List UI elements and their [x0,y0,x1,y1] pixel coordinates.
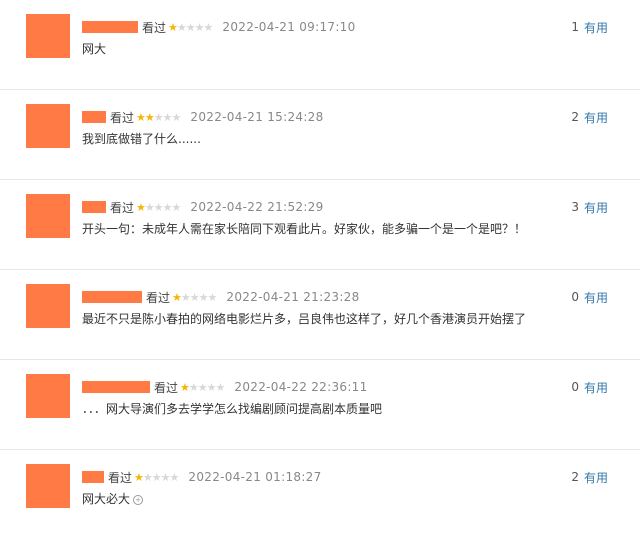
useful-button[interactable]: 有用 [584,379,608,396]
watched-label: 看过 [142,20,167,35]
star-icon: ★ [180,380,190,394]
avatar[interactable] [26,374,70,418]
username-redacted[interactable] [82,381,150,393]
useful-count: 0 [571,380,579,394]
review-meta: 看过 ★ ★ ★ ★ ★ 2022-04-22 22:36:11 [82,378,368,396]
star-icon: ★ [153,200,164,214]
username-redacted[interactable] [82,291,142,303]
review-meta: 看过 ★ ★ ★ ★ ★ 2022-04-21 01:18:27 [82,468,322,486]
rating-stars: ★ ★ ★ ★ ★ [168,20,214,34]
star-icon: ★ [144,110,155,124]
star-icon: ★ [169,470,180,484]
star-icon: ★ [144,200,155,214]
star-icon: ★ [171,110,182,124]
useful-button[interactable]: 有用 [584,109,608,126]
star-icon: ★ [194,20,205,34]
review-item: 看过 ★ ★ ★ ★ ★ 2022-04-22 22:36:11 0 有用 ．．．网大导… [0,360,640,450]
review-comment: 网大必大 + [82,490,144,507]
avatar[interactable] [26,104,70,148]
review-item: 看过 ★ ★ ★ ★ ★ 2022-04-21 09:17:10 1 有用 网大 [0,0,640,90]
star-icon: ★ [176,20,187,34]
useful-vote: 2 有用 [571,108,608,126]
review-comment: 网大 [82,42,107,56]
useful-vote: 0 有用 [571,378,608,396]
star-icon: ★ [206,380,217,394]
useful-vote: 3 有用 [571,198,608,216]
star-icon: ★ [162,200,173,214]
star-icon: ★ [171,200,182,214]
star-icon: ★ [134,470,144,484]
review-item: 看过 ★ ★ ★ ★ ★ 2022-04-21 01:18:27 2 有用 网大必大 + [0,450,640,540]
review-meta: 看过 ★ ★ ★ ★ ★ 2022-04-21 09:17:10 [82,18,356,36]
rating-stars: ★ ★ ★ ★ ★ [172,290,218,304]
useful-button[interactable]: 有用 [584,19,608,36]
useful-vote: 0 有用 [571,288,608,306]
rating-stars: ★ ★ ★ ★ ★ [136,200,182,214]
star-icon: ★ [151,470,162,484]
review-comment-text: 网大必大 [82,492,131,506]
useful-vote: 1 有用 [571,18,608,36]
review-meta: 看过 ★ ★ ★ ★ ★ 2022-04-21 21:23:28 [82,288,360,306]
star-icon: ★ [172,290,182,304]
review-time: 2022-04-21 09:17:10 [222,20,356,34]
review-meta: 看过 ★ ★ ★ ★ ★ 2022-04-22 21:52:29 [82,198,324,216]
watched-label: 看过 [146,290,171,305]
review-time: 2022-04-21 21:23:28 [226,290,360,304]
star-icon: ★ [207,290,218,304]
star-icon: ★ [189,290,200,304]
watched-label: 看过 [154,380,179,395]
review-item: 看过 ★ ★ ★ ★ ★ 2022-04-21 21:23:28 0 有用 最近不只是陈… [0,270,640,360]
star-icon: ★ [136,200,146,214]
review-time: 2022-04-22 21:52:29 [190,200,324,214]
useful-count: 3 [571,200,579,214]
review-item: 看过 ★ ★ ★ ★ ★ 2022-04-22 21:52:29 3 有用 开头一句：未… [0,180,640,270]
username-redacted[interactable] [82,111,106,123]
username-redacted[interactable] [82,201,106,213]
review-comment: 最近不只是陈小春拍的网络电影烂片多，吕良伟也这样了，好几个香港演员开始摆了 [82,312,527,326]
star-icon: ★ [160,470,171,484]
useful-button[interactable]: 有用 [584,199,608,216]
useful-count: 2 [571,470,579,484]
watched-label: 看过 [110,110,135,125]
star-icon: ★ [215,380,226,394]
username-redacted[interactable] [82,471,104,483]
useful-vote: 2 有用 [571,468,608,486]
review-comment: ．．．网大导演们多去学学怎么找编剧顾问提高剧本质量吧 [82,402,383,416]
watched-label: 看过 [108,470,133,485]
review-meta: 看过 ★ ★ ★ ★ ★ 2022-04-21 15:24:28 [82,108,324,126]
useful-count: 1 [571,20,579,34]
star-icon: ★ [142,470,153,484]
star-icon: ★ [203,20,214,34]
avatar[interactable] [26,194,70,238]
star-icon: ★ [188,380,199,394]
review-time: 2022-04-22 22:36:11 [234,380,368,394]
rating-stars: ★ ★ ★ ★ ★ [136,110,182,124]
review-comment: 我到底做错了什么...... [82,132,201,146]
watched-label: 看过 [110,200,135,215]
star-icon: ★ [136,110,146,124]
useful-count: 2 [571,110,579,124]
review-time: 2022-04-21 15:24:28 [190,110,324,124]
review-time: 2022-04-21 01:18:27 [188,470,322,484]
star-icon: ★ [185,20,196,34]
useful-button[interactable]: 有用 [584,469,608,486]
useful-button[interactable]: 有用 [584,289,608,306]
review-comment: 开头一句：未成年人需在家长陪同下观看此片。好家伙，能多骗一个是一个是吧？！ [82,222,527,236]
star-icon: ★ [197,380,208,394]
star-icon: ★ [198,290,209,304]
avatar[interactable] [26,14,70,58]
expand-icon[interactable]: + [133,494,144,505]
star-icon: ★ [162,110,173,124]
rating-stars: ★ ★ ★ ★ ★ [180,380,226,394]
username-redacted[interactable] [82,21,138,33]
review-item: 看过 ★ ★ ★ ★ ★ 2022-04-21 15:24:28 2 有用 我到底做错了… [0,90,640,180]
useful-count: 0 [571,290,579,304]
star-icon: ★ [153,110,164,124]
star-icon: ★ [180,290,191,304]
avatar[interactable] [26,284,70,328]
star-icon: ★ [168,20,178,34]
avatar[interactable] [26,464,70,508]
rating-stars: ★ ★ ★ ★ ★ [134,470,180,484]
